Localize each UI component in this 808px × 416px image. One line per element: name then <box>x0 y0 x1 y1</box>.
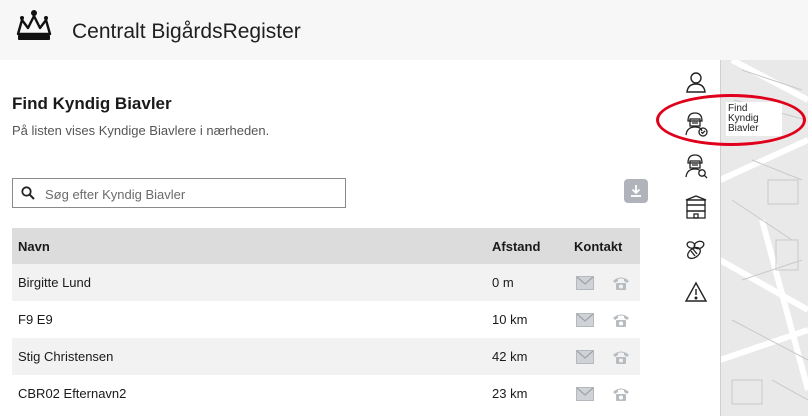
app-title: Centralt BigårdsRegister <box>72 20 301 43</box>
header-distance[interactable]: Afstand <box>492 228 540 264</box>
mail-icon[interactable] <box>576 275 594 290</box>
search-input[interactable] <box>43 181 343 207</box>
beehive-icon <box>685 195 707 219</box>
row-name: Stig Christensen <box>18 349 114 364</box>
row-distance: 23 km <box>492 386 528 401</box>
table-row[interactable]: F9 E9 10 km <box>12 301 640 338</box>
mail-icon[interactable] <box>576 386 594 401</box>
row-distance: 0 m <box>492 275 514 290</box>
table-header: Navn Afstand Kontakt <box>12 228 640 264</box>
row-distance: 42 km <box>492 349 528 364</box>
search-icon <box>21 186 35 200</box>
download-button[interactable] <box>624 179 648 203</box>
phone-icon[interactable] <box>612 275 630 291</box>
table-row[interactable]: CBR02 Efternavn2 23 km <box>12 375 640 412</box>
row-name: F9 E9 <box>18 312 53 327</box>
rail-beehive-button[interactable] <box>672 188 720 228</box>
rail-warning-button[interactable] <box>672 272 720 312</box>
mail-icon[interactable] <box>576 312 594 327</box>
crown-logo-icon <box>16 10 52 40</box>
phone-icon[interactable] <box>612 349 630 365</box>
page-subtitle: På listen vises Kyndige Biavlere i nærhe… <box>12 123 270 138</box>
rail-search-beekeeper-button[interactable] <box>672 146 720 186</box>
beekeeper-search-icon <box>685 154 708 179</box>
table-row[interactable]: Stig Christensen 42 km <box>12 338 640 375</box>
phone-icon[interactable] <box>612 312 630 328</box>
search-box[interactable] <box>12 178 346 208</box>
table-row[interactable]: Birgitte Lund 0 m <box>12 264 640 301</box>
row-name: CBR02 Efternavn2 <box>18 386 127 401</box>
header-name[interactable]: Navn <box>18 228 50 264</box>
bee-icon <box>686 240 705 260</box>
app-header: Centralt BigårdsRegister <box>0 0 808 60</box>
user-icon <box>686 72 706 93</box>
download-icon <box>631 185 641 197</box>
phone-icon[interactable] <box>612 386 630 402</box>
row-distance: 10 km <box>492 312 528 327</box>
mail-icon[interactable] <box>576 349 594 364</box>
highlight-annotation <box>656 94 806 146</box>
beekeeper-table: Navn Afstand Kontakt Birgitte Lund 0 m F… <box>12 228 640 412</box>
row-name: Birgitte Lund <box>18 275 91 290</box>
warning-icon <box>684 281 708 302</box>
main-panel: Find Kyndig Biavler På listen vises Kynd… <box>0 60 672 416</box>
header-contact: Kontakt <box>574 238 623 254</box>
rail-bee-button[interactable] <box>672 230 720 270</box>
page-title: Find Kyndig Biavler <box>12 94 172 113</box>
